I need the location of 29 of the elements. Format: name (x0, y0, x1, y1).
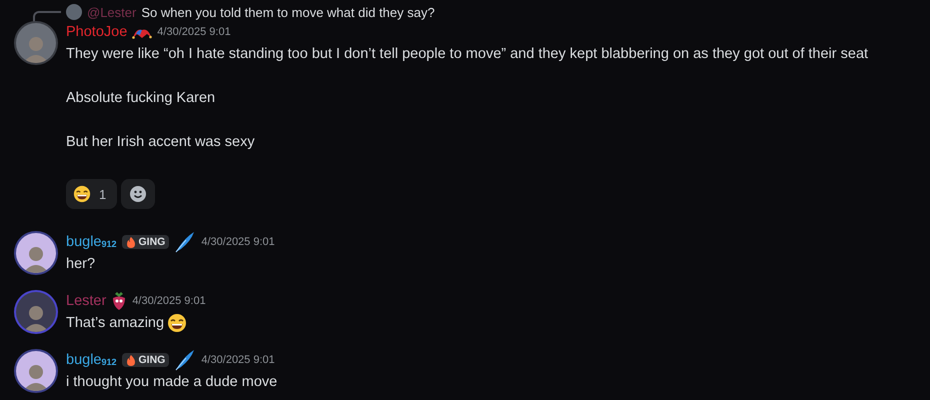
message-text: But her Irish accent was sexy (66, 133, 255, 152)
avatar[interactable] (16, 23, 56, 63)
timestamp: 4/30/2025 9:01 (132, 295, 206, 307)
server-tag: GING (122, 353, 170, 367)
reply-avatar (66, 4, 82, 20)
username[interactable]: PhotoJoe (66, 24, 128, 40)
laughing-emoji-icon (73, 185, 91, 203)
avatar[interactable] (16, 351, 56, 391)
flame-icon (126, 354, 136, 366)
message-text: i thought you made a dude move (66, 373, 278, 392)
avatar[interactable] (16, 292, 56, 332)
message-text: They were like “oh I hate standing too but I don’t tell people to move” and they kept blabbering on as they got out of their seat (66, 45, 868, 64)
quill-icon (174, 349, 196, 371)
berry-icon (111, 291, 128, 311)
quill-icon (174, 231, 196, 253)
reply-preview[interactable]: So when you told them to move what did they say? (141, 4, 435, 20)
timestamp: 4/30/2025 9:01 (157, 26, 231, 38)
avatar[interactable] (16, 233, 56, 273)
server-tag: GING (122, 235, 170, 249)
smiley-icon (129, 185, 148, 203)
message-text: Absolute fucking Karen (66, 89, 216, 108)
timestamp: 4/30/2025 9:01 (201, 354, 275, 366)
message-text: her? (66, 255, 96, 274)
laughing-emoji-icon (167, 313, 188, 333)
reaction-chip[interactable]: 1 (66, 179, 118, 209)
add-reaction-button[interactable] (121, 179, 156, 209)
timestamp: 4/30/2025 9:01 (201, 236, 275, 248)
message-text: That’s amazing (66, 314, 164, 333)
flame-icon (126, 236, 136, 248)
